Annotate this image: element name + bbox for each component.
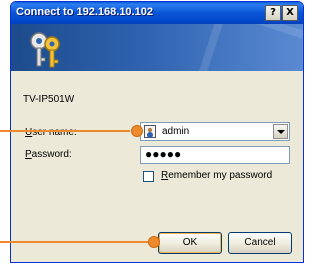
- password-label: Password:: [25, 149, 72, 160]
- help-button[interactable]: ?: [265, 5, 281, 21]
- remember-password-label[interactable]: Remember my password: [161, 170, 272, 181]
- device-name: TV-IP501W: [23, 94, 75, 105]
- user-icon: [144, 125, 156, 138]
- banner-decoration: [194, 24, 303, 71]
- cancel-button[interactable]: Cancel: [228, 232, 292, 254]
- callout-line-ok: [0, 241, 148, 243]
- user-name-value: admin: [162, 126, 190, 137]
- window-title: Connect to 192.168.10.102: [16, 6, 153, 18]
- keys-icon: [30, 32, 60, 68]
- ok-button[interactable]: OK: [158, 232, 222, 254]
- remember-password-checkbox[interactable]: [143, 171, 154, 182]
- callout-dot-user-name: [131, 125, 143, 137]
- banner: [11, 24, 303, 71]
- close-button[interactable]: X: [282, 5, 298, 21]
- user-name-label: User name:: [25, 127, 77, 138]
- callout-dot-ok: [148, 236, 160, 248]
- callout-line-user-name: [0, 130, 130, 132]
- user-name-combobox[interactable]: admin: [140, 122, 290, 141]
- login-dialog: Connect to 192.168.10.102 ? X TV-IP501W …: [10, 1, 304, 263]
- chevron-down-icon[interactable]: [273, 124, 288, 139]
- password-field[interactable]: ●●●●●: [140, 146, 290, 164]
- title-bar[interactable]: Connect to 192.168.10.102 ? X: [11, 2, 303, 24]
